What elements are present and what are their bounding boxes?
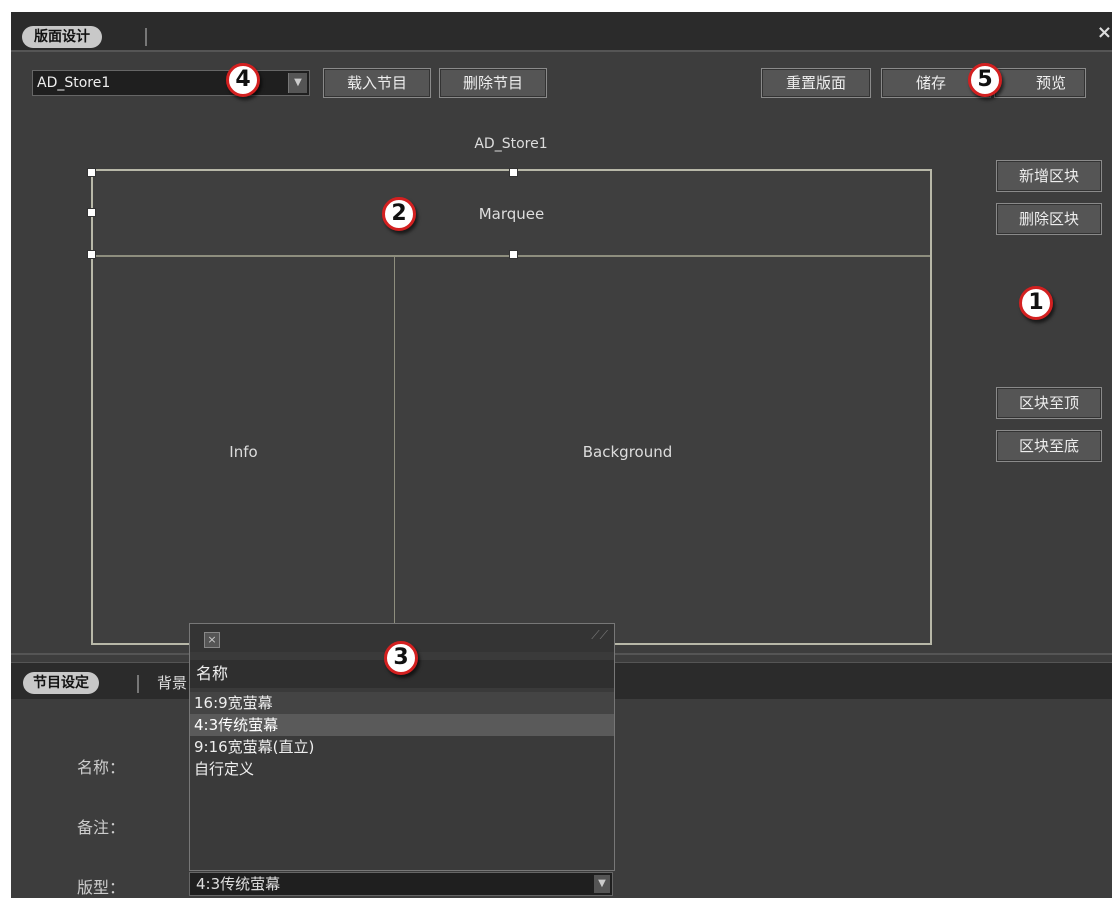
program-select-value: AD_Store1 xyxy=(37,75,111,91)
list-item[interactable]: 自行定义 xyxy=(190,758,614,780)
layout-type-value: 4:3传统萤幕 xyxy=(196,875,281,893)
resize-handle[interactable] xyxy=(509,250,518,259)
title-divider xyxy=(11,50,1112,52)
preview-button[interactable]: 预览 xyxy=(994,68,1086,98)
resize-handle[interactable] xyxy=(87,168,96,177)
list-item[interactable]: 9:16宽萤幕(直立) xyxy=(190,736,614,758)
delete-program-button[interactable]: 删除节目 xyxy=(439,68,547,98)
tab-separator xyxy=(137,675,139,693)
annotation-badge: 5 xyxy=(968,63,1002,97)
close-icon[interactable]: × xyxy=(204,632,220,648)
annotation-badge: 2 xyxy=(382,197,416,231)
add-block-button[interactable]: 新增区块 xyxy=(996,160,1102,192)
list-item[interactable]: 16:9宽萤幕 xyxy=(190,692,614,714)
tab-layout-design[interactable]: 版面设计 xyxy=(22,26,102,48)
annotation-badge: 3 xyxy=(384,641,418,675)
load-program-button[interactable]: 载入节目 xyxy=(323,68,431,98)
delete-block-button[interactable]: 删除区块 xyxy=(996,203,1102,235)
region-background-label: Background xyxy=(582,443,673,461)
block-to-top-button[interactable]: 区块至顶 xyxy=(996,387,1102,419)
chevron-down-icon[interactable]: ▼ xyxy=(288,73,307,93)
layout-type-list: 16:9宽萤幕 4:3传统萤幕 9:16宽萤幕(直立) 自行定义 xyxy=(190,692,614,780)
list-item[interactable]: 4:3传统萤幕 xyxy=(190,714,614,736)
region-background[interactable]: Background xyxy=(395,257,930,643)
tab-program-settings[interactable]: 节目设定 xyxy=(23,672,99,694)
block-to-bottom-button[interactable]: 区块至底 xyxy=(996,430,1102,462)
layout-design-window: 版面设计 × AD_Store1 ▼ 载入节目 删除节目 重置版面 储存 预览 … xyxy=(11,12,1112,898)
tab-separator xyxy=(145,28,147,46)
region-marquee-label: Marquee xyxy=(478,205,545,223)
reset-layout-button[interactable]: 重置版面 xyxy=(761,68,871,98)
resize-handle[interactable] xyxy=(509,168,518,177)
tab-background[interactable]: 背景 xyxy=(157,672,187,694)
chevron-down-icon[interactable]: ▼ xyxy=(594,875,610,893)
layout-name-label: AD_Store1 xyxy=(474,136,548,152)
region-marquee[interactable]: Marquee xyxy=(93,171,930,257)
resize-handle[interactable] xyxy=(87,208,96,217)
title-bar: 版面设计 × xyxy=(11,12,1112,50)
annotation-badge: 4 xyxy=(226,63,260,97)
layout-type-select[interactable]: 4:3传统萤幕 ▼ xyxy=(189,872,613,896)
type-label: 版型： xyxy=(77,878,126,897)
note-label: 备注： xyxy=(77,818,126,837)
resize-handle[interactable] xyxy=(87,250,96,259)
region-info-label: Info xyxy=(229,443,258,461)
resize-grip-icon[interactable]: ⟋⟋ xyxy=(591,628,608,643)
layout-canvas[interactable]: Marquee Info Background xyxy=(91,169,932,645)
name-label: 名称： xyxy=(77,758,126,777)
program-select[interactable]: AD_Store1 ▼ xyxy=(32,70,310,96)
close-icon[interactable]: × xyxy=(1097,22,1112,43)
region-info[interactable]: Info xyxy=(93,257,395,643)
annotation-badge: 1 xyxy=(1019,286,1053,320)
